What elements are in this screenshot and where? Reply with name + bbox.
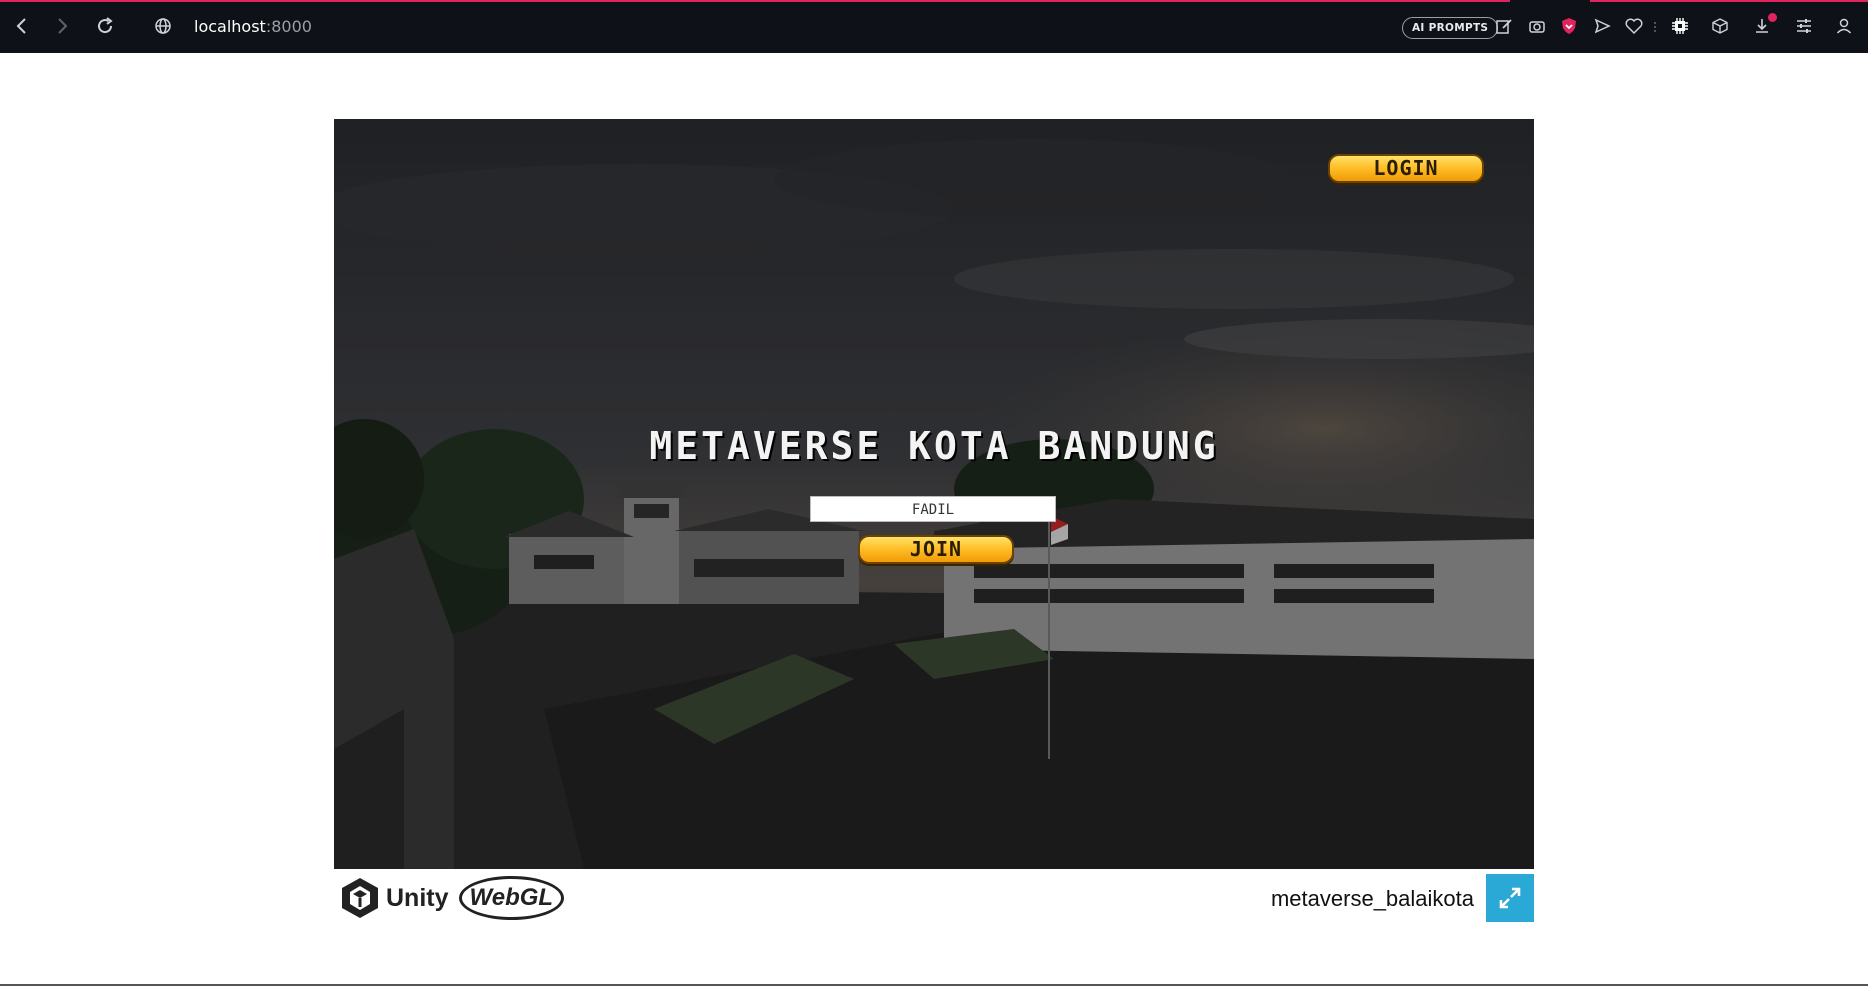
url-port: :8000 [265,17,312,36]
forward-icon[interactable] [50,14,74,38]
profile-icon[interactable] [1832,14,1856,38]
game-title: METAVERSE KOTA BANDUNG [649,424,1219,468]
unity-webgl-logo: Unity WebGL [340,876,565,920]
webgl-label: WebGL [469,884,554,911]
shield-icon[interactable] [1557,14,1581,38]
back-icon[interactable] [10,14,34,38]
heart-icon[interactable] [1622,14,1646,38]
url-host: localhost [194,17,266,36]
edit-icon[interactable] [1492,14,1516,38]
player-name-input[interactable]: FADIL [810,496,1056,522]
chip-icon[interactable] [1668,14,1692,38]
unity-canvas[interactable]: METAVERSE KOTA BANDUNG FADIL JOIN LOGIN [334,119,1534,869]
reload-icon[interactable] [93,14,117,38]
unity-label: Unity [386,883,449,912]
tab-loading-indicator-right [1590,0,1868,2]
cube-icon[interactable] [1708,14,1732,38]
settings-sliders-icon[interactable] [1792,14,1816,38]
toolbar-separator [1654,22,1658,32]
send-icon[interactable] [1590,14,1614,38]
login-button[interactable]: LOGIN [1328,154,1484,183]
webgl-badge: WebGL [458,876,565,920]
city-hall-scene [334,119,1534,869]
address-bar[interactable]: localhost:8000 [194,17,312,36]
expand-icon [1499,887,1521,909]
join-button[interactable]: JOIN [858,535,1014,564]
site-info-icon[interactable] [151,14,175,38]
build-title: metaverse_balaikota [1270,886,1474,911]
fullscreen-button[interactable] [1486,874,1534,922]
unity-cube-icon [342,878,378,918]
camera-icon[interactable] [1525,14,1549,38]
download-notification-badge [1768,13,1777,22]
tab-loading-indicator [0,0,1510,2]
ai-prompts-button[interactable]: AI PROMPTS [1402,17,1499,39]
browser-toolbar: localhost:8000 AI PROMPTS [0,0,1868,53]
